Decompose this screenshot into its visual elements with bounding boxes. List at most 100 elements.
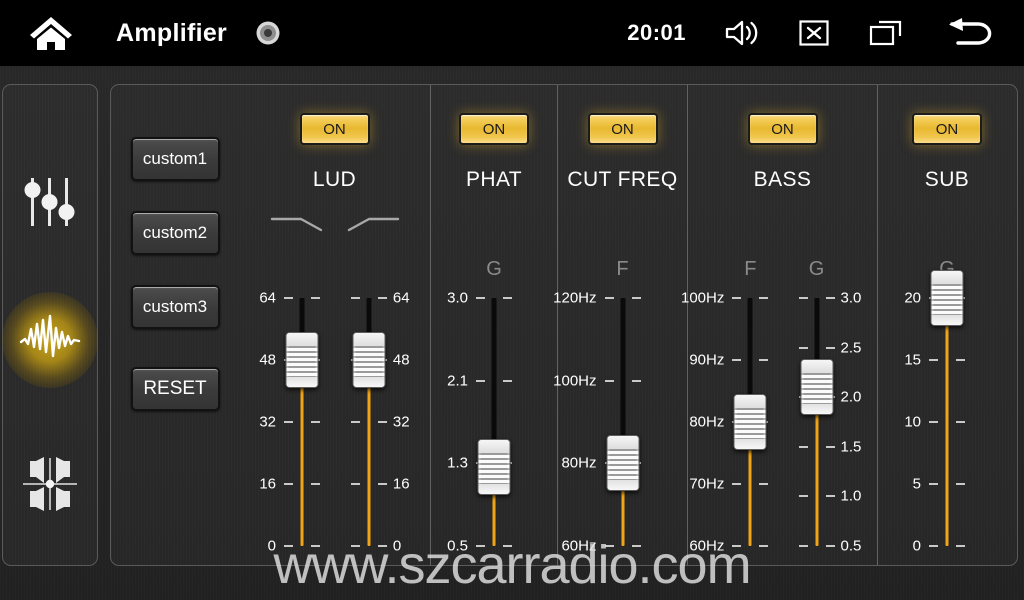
on-button-label: ON <box>935 120 959 138</box>
on-button-sub[interactable]: ON <box>912 113 982 145</box>
slider-tick <box>956 359 965 361</box>
slider-tick <box>631 297 641 299</box>
on-button-bass[interactable]: ON <box>747 113 818 145</box>
preset-button-custom2[interactable]: custom2 <box>130 211 220 255</box>
on-button-label: ON <box>323 120 346 138</box>
reset-button[interactable]: RESET <box>130 367 220 411</box>
channel-title-phat: PHAT <box>465 168 523 191</box>
page-title: Amplifier <box>116 18 228 47</box>
back-arrow-icon[interactable] <box>942 16 998 50</box>
slider-tick <box>377 483 387 485</box>
curve-icon-row-cutfreq <box>558 214 687 238</box>
slider-tick <box>284 545 294 547</box>
slider-knob-bass-g[interactable] <box>800 359 834 416</box>
on-button-label: ON <box>482 120 506 138</box>
slider-bass-g[interactable]: 3.0 2.5 2.0 1.5 1.0 0.5 <box>767 284 867 565</box>
slider-scale-label: 100Hz <box>681 289 725 307</box>
preset-label: custom3 <box>142 297 208 316</box>
slider-scale-label: 16 <box>259 475 277 493</box>
slider-tick <box>798 297 808 299</box>
preset-label: custom2 <box>142 223 208 242</box>
slider-tick <box>798 445 808 448</box>
slider-lud-high[interactable]: 64 48 32 16 0 <box>319 284 419 565</box>
volume-icon[interactable] <box>724 18 760 48</box>
slider-area-phat: 3.0 2.1 1.3 0.5 <box>431 284 557 565</box>
slider-area-lud: 64 48 32 16 0 64 48 32 16 0 <box>239 284 430 565</box>
recent-apps-icon[interactable] <box>868 18 904 48</box>
slider-tick <box>798 545 808 547</box>
slider-tick <box>476 379 485 382</box>
sublabel-row-cutfreq: F <box>558 258 687 284</box>
slider-cutfreq-f[interactable]: 120Hz 100Hz 80Hz 60Hz <box>553 284 673 565</box>
on-button-lud[interactable]: ON <box>299 113 370 145</box>
slider-scale-label: 2.1 <box>447 372 468 390</box>
channel-column-cutfreq: ON CUT FREQ F 120Hz 100Hz 80Hz 60Hz <box>553 85 687 565</box>
slider-tick <box>377 421 387 423</box>
preset-button-custom1[interactable]: custom1 <box>130 137 220 181</box>
sidebar-item-balance-fader[interactable] <box>2 429 98 539</box>
slider-tick <box>350 297 360 299</box>
curve-icon-row-sub <box>878 214 1016 238</box>
slider-tick <box>476 297 485 299</box>
equalizer-sliders-icon <box>24 178 75 226</box>
sublabel-row-bass: FG <box>688 258 877 284</box>
on-button-label: ON <box>771 120 794 138</box>
speaker-fader-icon <box>23 457 77 511</box>
channel-title-sub: SUB <box>924 168 970 191</box>
slider-sublabel-bass-f: F <box>744 258 757 280</box>
slider-tick <box>825 495 835 498</box>
amplifier-panel: custom1 custom2 custom3 RESET ON LUD 64 48 3… <box>110 84 1018 566</box>
curve-icon-row-bass <box>688 214 877 238</box>
disc-icon[interactable] <box>255 20 281 46</box>
slider-knob-lud-low[interactable] <box>285 332 319 388</box>
slider-tick <box>929 483 938 485</box>
slider-tick <box>631 379 641 382</box>
slider-tick <box>825 545 835 547</box>
close-box-icon[interactable] <box>798 17 830 49</box>
slider-scale-label: 15 <box>904 351 921 369</box>
slider-tick <box>929 421 938 423</box>
slider-knob-sub-gain[interactable] <box>930 270 964 326</box>
slider-scale-label: 5 <box>912 475 921 493</box>
slider-phat-gain[interactable]: 3.0 2.1 1.3 0.5 <box>444 284 544 565</box>
sidebar-item-amplifier[interactable] <box>2 285 98 395</box>
channel-column-bass: ON BASS F G 100Hz 90Hz 80Hz 70Hz 60Hz 3.0 2.5 2.0 1.… <box>681 85 877 565</box>
slider-sub-gain[interactable]: 20 15 10 5 0 <box>897 270 997 565</box>
slider-scale-label: 20 <box>904 289 921 307</box>
slider-knob-phat-gain[interactable] <box>477 438 511 495</box>
on-button-cutfreq[interactable]: ON <box>587 113 658 145</box>
slider-tick <box>956 421 965 423</box>
slider-scale-label: 1.3 <box>447 454 468 472</box>
sublabel-row-phat: G <box>431 258 557 284</box>
slider-scale-label: 64 <box>259 289 277 307</box>
topbar-left-group: Amplifier <box>0 13 281 53</box>
highpass-curve-icon <box>347 217 399 232</box>
slider-knob-lud-high[interactable] <box>352 332 386 388</box>
slider-scale-label: 10 <box>904 413 921 431</box>
slider-tick <box>350 545 360 547</box>
slider-tick <box>929 545 938 547</box>
slider-scale-label: 48 <box>259 351 277 369</box>
slider-tick <box>604 297 614 299</box>
sublabel-row-lud <box>239 258 430 284</box>
preset-button-custom3[interactable]: custom3 <box>130 285 220 329</box>
slider-knob-cutfreq-f[interactable] <box>606 435 639 492</box>
sidebar-item-equalizer[interactable] <box>2 147 98 257</box>
slider-tick <box>798 346 808 349</box>
preset-label: custom1 <box>142 149 208 168</box>
on-button-phat[interactable]: ON <box>459 113 529 145</box>
slider-tick <box>825 297 835 299</box>
slider-knob-bass-f[interactable] <box>733 394 767 450</box>
slider-tick <box>929 359 938 361</box>
slider-scale-label: 80Hz <box>561 454 597 472</box>
slider-tick <box>604 379 614 382</box>
reset-label: RESET <box>143 378 207 399</box>
home-icon[interactable] <box>28 13 74 53</box>
curve-icon-row-lud <box>239 214 430 238</box>
slider-tick <box>284 421 294 423</box>
preset-column: custom1 custom2 custom3 RESET <box>111 85 239 565</box>
slider-tick <box>798 495 808 498</box>
slider-scale-label: 0 <box>912 537 921 555</box>
on-button-label: ON <box>611 120 634 138</box>
slider-tick <box>732 483 742 485</box>
